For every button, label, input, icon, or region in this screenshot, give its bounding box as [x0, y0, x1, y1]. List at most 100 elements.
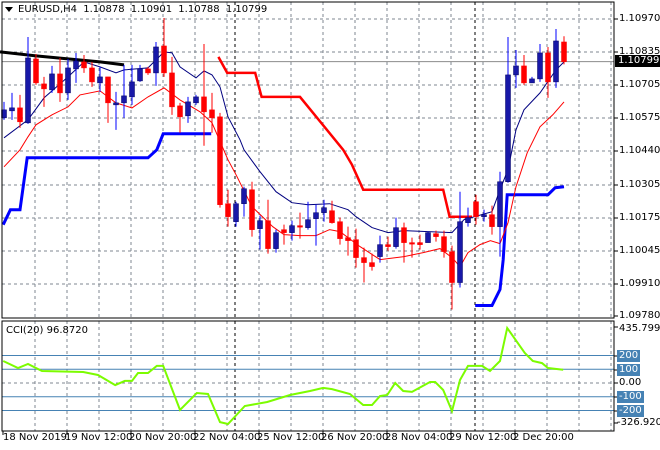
- candle: [33, 53, 39, 85]
- candle: [241, 186, 247, 217]
- candle-body: [521, 65, 527, 84]
- high-value: 1.10901: [130, 4, 173, 15]
- candle: [137, 64, 143, 82]
- candle-body: [489, 214, 495, 227]
- support-stop-line: [475, 185, 565, 307]
- candle: [217, 112, 223, 208]
- time-tick: 20 Nov 20:00: [129, 432, 197, 443]
- candle-body: [305, 219, 311, 228]
- candle: [225, 189, 231, 227]
- price-tick: 1.10440: [619, 145, 660, 156]
- candle: [257, 215, 263, 250]
- candle: [49, 65, 55, 93]
- candle-body: [129, 81, 135, 98]
- candle-body: [225, 203, 231, 217]
- time-tick: 26 Nov 20:00: [321, 432, 389, 443]
- candle-body: [513, 65, 519, 76]
- candle: [305, 201, 311, 230]
- candle-body: [201, 96, 207, 113]
- candle-body: [409, 242, 415, 245]
- candle-body: [465, 217, 471, 223]
- candle: [89, 61, 95, 87]
- time-tick: 2 Dec 20:00: [513, 432, 574, 443]
- cci-pane-frame: [1, 320, 615, 432]
- time-tick: 29 Nov 12:00: [449, 432, 517, 443]
- candle: [121, 64, 127, 118]
- candle-body: [233, 203, 239, 222]
- candle: [425, 231, 431, 243]
- candle-body: [497, 181, 503, 227]
- candle: [25, 36, 31, 124]
- candle-body: [377, 244, 383, 257]
- candle-body: [177, 105, 183, 118]
- candle: [529, 76, 535, 84]
- candle-body: [65, 67, 71, 94]
- cci-label: CCI(20) 96.8720: [6, 325, 88, 336]
- candle-body: [249, 189, 255, 230]
- candle: [537, 43, 543, 82]
- price-tick: 1.09910: [619, 278, 660, 289]
- candle-body: [73, 60, 79, 70]
- candle-body: [441, 236, 447, 252]
- candle: [113, 91, 119, 130]
- candle-body: [209, 109, 215, 119]
- candle-body: [337, 221, 343, 239]
- price-tick: 1.10575: [619, 112, 660, 123]
- symbol-label: EURUSD,H4: [18, 4, 78, 15]
- candle-body: [273, 232, 279, 249]
- candle: [161, 18, 167, 77]
- candle: [417, 234, 423, 250]
- candle: [9, 92, 15, 120]
- candle-body: [473, 201, 479, 217]
- candle-body: [433, 233, 439, 237]
- candle: [337, 217, 343, 245]
- price-tick: 1.10970: [619, 13, 660, 24]
- candle-body: [105, 76, 111, 104]
- candle: [265, 199, 271, 254]
- candle: [553, 28, 559, 88]
- candle: [489, 205, 495, 235]
- candle: [81, 54, 87, 73]
- price-tick: 1.10705: [619, 79, 660, 90]
- candle: [201, 43, 207, 146]
- candle-body: [385, 244, 391, 247]
- candle: [289, 220, 295, 241]
- candle-body: [145, 68, 151, 74]
- candle: [249, 181, 255, 237]
- dropdown-triangle-icon[interactable]: [5, 6, 13, 12]
- candle-body: [345, 237, 351, 241]
- candle: [369, 253, 375, 271]
- trend-line: [0, 50, 125, 67]
- candle-body: [25, 57, 31, 124]
- candle-body: [353, 239, 359, 258]
- candle: [385, 236, 391, 251]
- candle: [57, 57, 63, 102]
- cci-level-100: 100: [617, 364, 641, 376]
- candle-body: [137, 68, 143, 82]
- time-tick: 18 Nov 2019: [3, 432, 68, 443]
- candle: [97, 66, 103, 92]
- candle-body: [81, 61, 87, 69]
- candle: [513, 49, 519, 88]
- candle-body: [257, 220, 263, 229]
- candle-body: [313, 212, 319, 219]
- candle: [193, 94, 199, 105]
- candle: [169, 56, 175, 115]
- candle-body: [329, 210, 335, 223]
- candle: [521, 54, 527, 85]
- candle: [481, 209, 487, 222]
- price-chart[interactable]: [0, 0, 660, 450]
- candle-body: [505, 74, 511, 182]
- candle-body: [89, 67, 95, 83]
- low-value: 1.10788: [178, 4, 220, 15]
- support-stop-line: [1, 132, 212, 226]
- time-tick: 19 Nov 12:00: [65, 432, 133, 443]
- main-pane-frame: [1, 1, 615, 319]
- candle-body: [449, 251, 455, 283]
- candle-body: [241, 188, 247, 204]
- candle: [129, 64, 135, 105]
- cci-min-label: -326.9205: [617, 417, 660, 428]
- candle-body: [297, 225, 303, 228]
- time-tick: 28 Nov 04:00: [385, 432, 453, 443]
- candle: [441, 230, 447, 258]
